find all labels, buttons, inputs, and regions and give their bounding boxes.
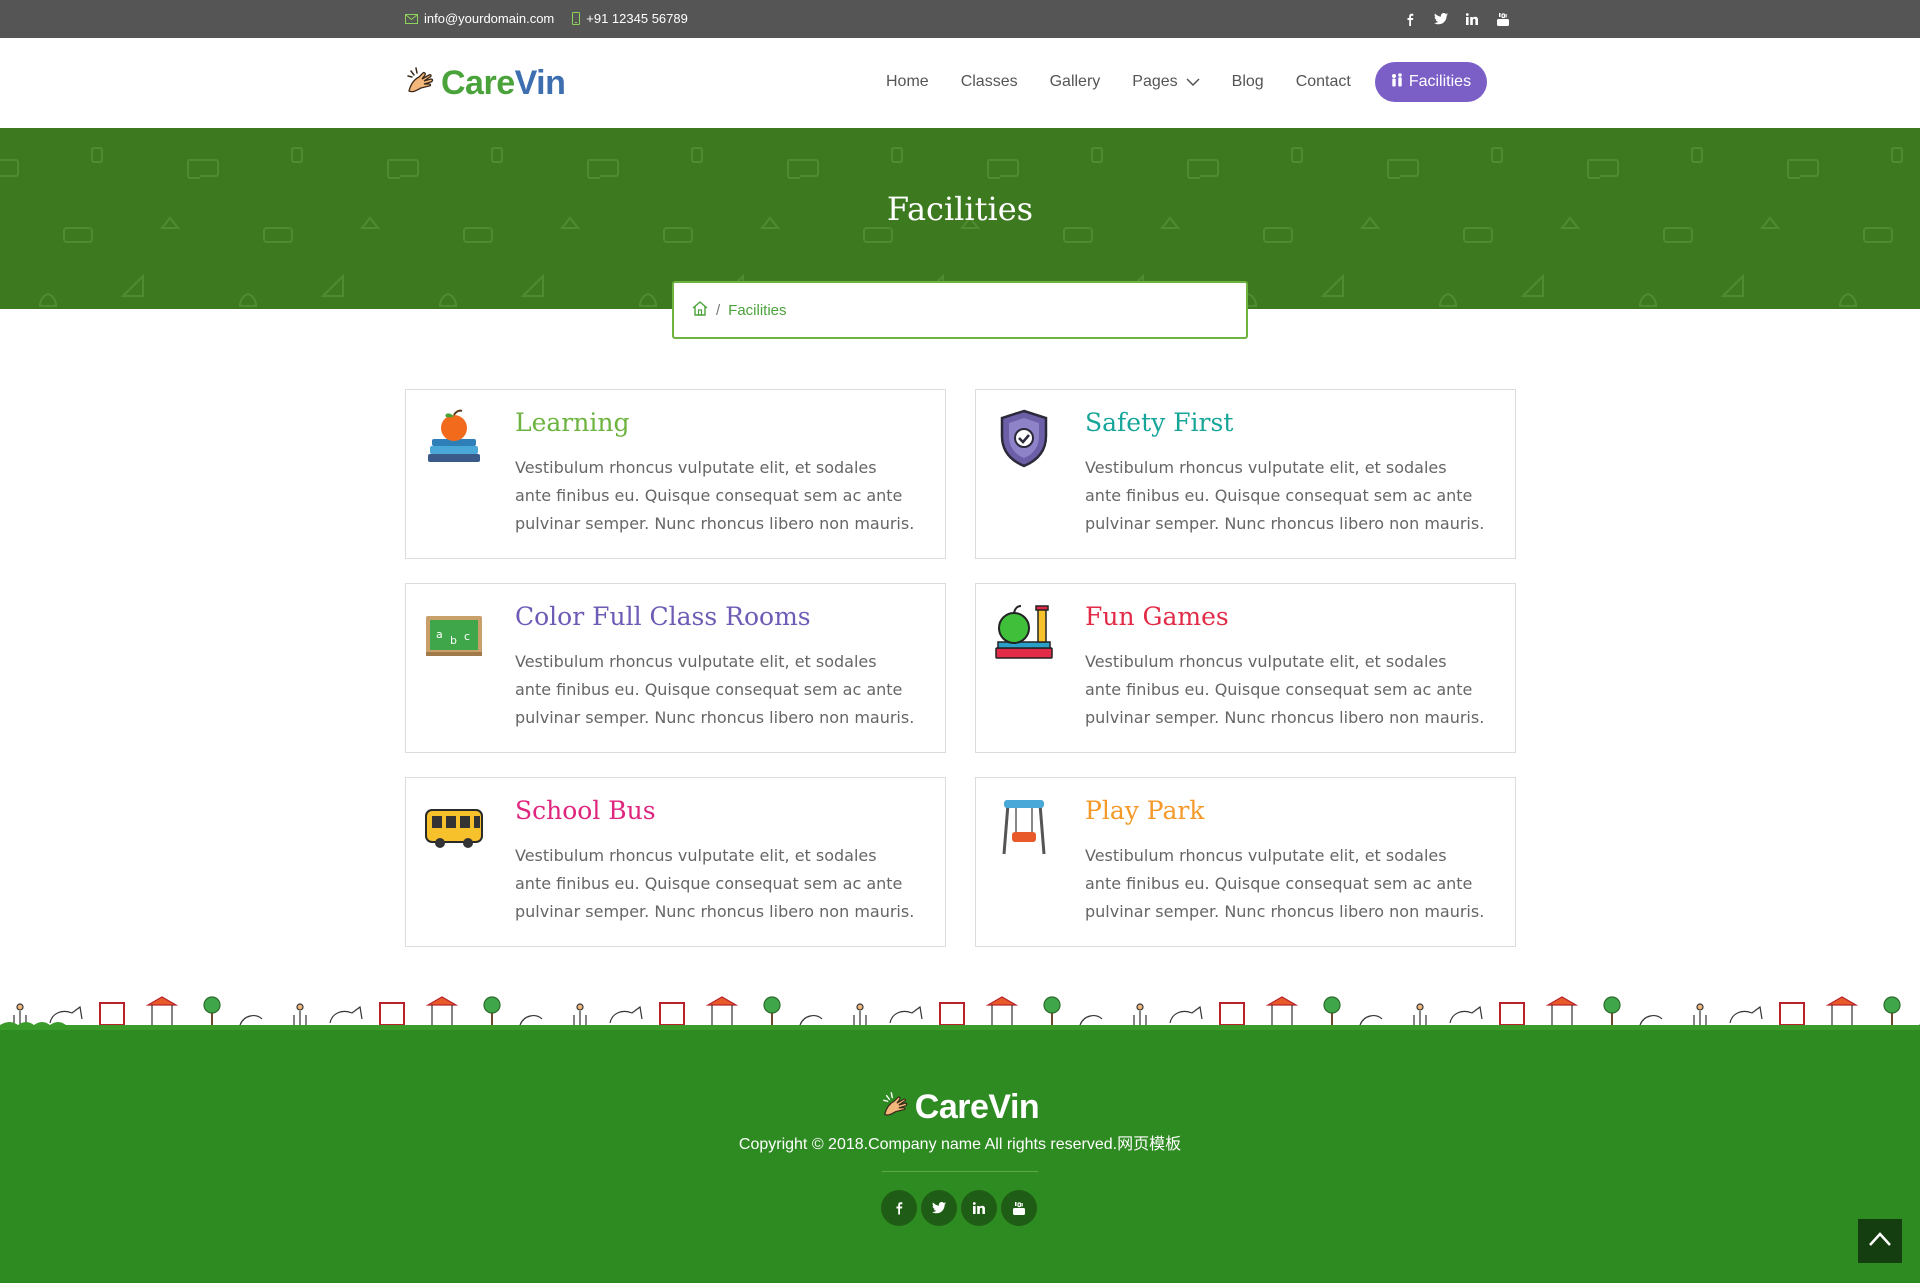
shield-icon — [994, 408, 1054, 468]
footer-socials — [881, 1190, 1037, 1226]
facility-card-playpark: Play Park Vestibulum rhoncus vulputate e… — [975, 777, 1516, 947]
facility-card-games: Fun Games Vestibulum rhoncus vulputate e… — [975, 583, 1516, 753]
nav-blog[interactable]: Blog — [1232, 73, 1264, 91]
nav-gallery[interactable]: Gallery — [1050, 73, 1101, 91]
main-nav: Home Classes Gallery Pages Blog Contact … — [886, 62, 1488, 102]
linkedin-icon[interactable] — [1465, 10, 1479, 28]
facility-card-learning: Learning Vestibulum rhoncus vulputate el… — [405, 389, 946, 559]
topbar-socials — [1403, 10, 1510, 28]
top-bar: info@yourdomain.com +91 12345 56789 — [0, 0, 1920, 38]
facebook-icon[interactable] — [1403, 10, 1417, 28]
card-title: Play Park — [1085, 796, 1205, 825]
card-title: School Bus — [515, 796, 656, 825]
footer-logo-text: CareVin — [914, 1088, 1040, 1126]
card-title: Learning — [515, 408, 630, 437]
facebook-icon[interactable] — [881, 1190, 917, 1226]
books-apple-icon — [424, 408, 484, 468]
twitter-icon[interactable] — [1434, 10, 1448, 28]
card-title: Color Full Class Rooms — [515, 602, 811, 631]
linkedin-icon[interactable] — [961, 1190, 997, 1226]
hand-logo-icon — [881, 1090, 911, 1125]
card-text: Vestibulum rhoncus vulputate elit, et so… — [1085, 846, 1485, 921]
footer-divider — [882, 1171, 1038, 1172]
page-title: Facilities — [886, 190, 1034, 228]
bus-icon — [424, 796, 484, 856]
site-header: CareVin Home Classes Gallery Pages Blog … — [0, 38, 1920, 128]
card-text: Vestibulum rhoncus vulputate elit, et so… — [515, 652, 915, 727]
contact-email[interactable]: info@yourdomain.com — [424, 11, 554, 26]
phone-icon — [572, 12, 581, 25]
contact-info: info@yourdomain.com +91 12345 56789 — [405, 11, 688, 26]
nav-pages-label: Pages — [1132, 73, 1178, 90]
svg-text:c: c — [464, 630, 470, 643]
chevron-up-icon — [1869, 1231, 1891, 1251]
apple-books-games-icon — [994, 602, 1054, 662]
contact-phone[interactable]: +91 12345 56789 — [586, 11, 688, 26]
nav-classes[interactable]: Classes — [961, 73, 1018, 91]
breadcrumb-current: Facilities — [728, 301, 787, 319]
youtube-icon[interactable] — [1001, 1190, 1037, 1226]
logo-text-vin: Vin — [514, 64, 566, 102]
children-icon — [1391, 72, 1403, 92]
chevron-down-icon — [1186, 73, 1200, 91]
facility-card-bus: School Bus Vestibulum rhoncus vulputate … — [405, 777, 946, 947]
chalkboard-icon: a b c — [424, 602, 484, 662]
nav-contact[interactable]: Contact — [1296, 73, 1351, 91]
nav-home[interactable]: Home — [886, 73, 929, 91]
card-text: Vestibulum rhoncus vulputate elit, et so… — [1085, 652, 1485, 727]
facility-card-classrooms: a b c Color Full Class Rooms Vestibulum … — [405, 583, 946, 753]
facility-card-safety: Safety First Vestibulum rhoncus vulputat… — [975, 389, 1516, 559]
logo-text: CareVin — [441, 64, 566, 103]
twitter-icon[interactable] — [921, 1190, 957, 1226]
svg-text:a: a — [436, 628, 443, 641]
back-to-top-button[interactable] — [1858, 1219, 1902, 1263]
hand-logo-icon — [405, 65, 437, 102]
footer-logo[interactable]: CareVin — [0, 1088, 1920, 1127]
site-logo[interactable]: CareVin — [405, 64, 566, 103]
card-title: Fun Games — [1085, 602, 1229, 631]
card-text: Vestibulum rhoncus vulputate elit, et so… — [1085, 458, 1485, 533]
card-text: Vestibulum rhoncus vulputate elit, et so… — [515, 458, 915, 533]
site-footer: CareVin Copyright © 2018.Company name Al… — [0, 1030, 1920, 1283]
card-text: Vestibulum rhoncus vulputate elit, et so… — [515, 846, 915, 921]
breadcrumb-separator: / — [716, 301, 721, 319]
logo-text-care: Care — [441, 64, 515, 102]
youtube-icon[interactable] — [1496, 10, 1510, 28]
facilities-button-label: Facilities — [1408, 73, 1472, 90]
svg-text:b: b — [450, 634, 457, 647]
facilities-button[interactable]: Facilities — [1374, 62, 1488, 102]
home-icon[interactable] — [692, 300, 708, 320]
nav-pages[interactable]: Pages — [1132, 73, 1200, 91]
card-title: Safety First — [1085, 408, 1234, 437]
playground-border — [0, 975, 1920, 1035]
mail-icon — [405, 13, 418, 24]
breadcrumb: / Facilities — [672, 281, 1248, 339]
swing-icon — [994, 796, 1054, 856]
copyright-text: Copyright © 2018.Company name All rights… — [738, 1136, 1182, 1153]
